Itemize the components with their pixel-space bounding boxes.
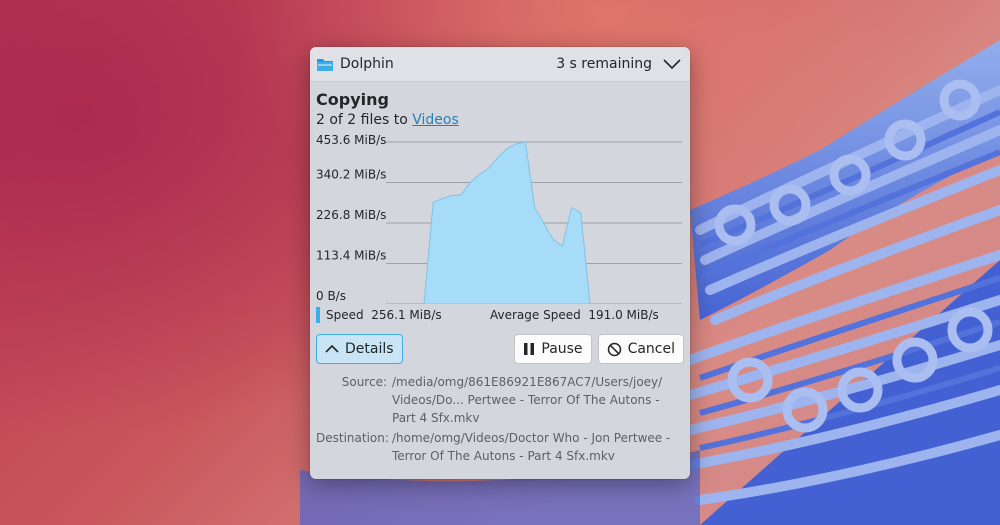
cancel-label: Cancel bbox=[627, 341, 675, 357]
y-tick-label: 226.8 MiB/s bbox=[316, 208, 386, 222]
details-label: Details bbox=[345, 341, 394, 357]
avg-speed-label: Average Speed bbox=[490, 308, 581, 322]
files-summary: 2 of 2 files to Videos bbox=[316, 112, 684, 132]
source-path: /media/omg/861E86921E867AC7/Users/joey/ … bbox=[392, 375, 663, 425]
pause-icon bbox=[524, 343, 535, 355]
chevron-down-icon bbox=[663, 59, 681, 70]
titlebar: Dolphin 3 s remaining bbox=[310, 47, 690, 82]
speed-stats: Speed 256.1 MiB/s Average Speed 191.0 Mi… bbox=[316, 306, 684, 324]
files-count: 2 of 2 files to bbox=[316, 112, 413, 128]
destination-row: Destination: /home/omg/Videos/Doctor Who… bbox=[316, 429, 684, 465]
y-tick-label: 340.2 MiB/s bbox=[316, 168, 386, 182]
speed-label: Speed bbox=[326, 308, 364, 322]
collapse-button[interactable] bbox=[662, 54, 682, 74]
average-speed: Average Speed 191.0 MiB/s bbox=[490, 308, 659, 322]
job-heading: Copying bbox=[316, 90, 389, 109]
chevron-up-icon bbox=[325, 344, 339, 353]
time-remaining: 3 s remaining bbox=[556, 56, 652, 72]
y-tick-label: 113.4 MiB/s bbox=[316, 249, 386, 263]
avg-speed-value: 191.0 MiB/s bbox=[588, 308, 659, 322]
speed-value: 256.1 MiB/s bbox=[371, 308, 442, 322]
details-button[interactable]: Details bbox=[316, 334, 403, 364]
destination-link[interactable]: Videos bbox=[412, 112, 459, 128]
source-row: Source: /media/omg/861E86921E867AC7/User… bbox=[316, 373, 684, 427]
destination-path: /home/omg/Videos/Doctor Who - Jon Pertwe… bbox=[392, 431, 671, 463]
copy-progress-popup: Dolphin 3 s remaining Copying 2 of 2 fil… bbox=[310, 47, 690, 479]
y-tick-label: 453.6 MiB/s bbox=[316, 134, 386, 147]
cancel-button[interactable]: Cancel bbox=[597, 334, 684, 364]
speed-chart-svg: 453.6 MiB/s 340.2 MiB/s 226.8 MiB/s 113.4 M… bbox=[316, 134, 682, 304]
app-name: Dolphin bbox=[340, 56, 394, 72]
speed-legend-swatch bbox=[316, 307, 320, 323]
pause-label: Pause bbox=[541, 341, 583, 357]
destination-label: Destination: bbox=[316, 431, 389, 445]
action-bar: Details Pause Cancel bbox=[316, 332, 684, 366]
details-panel: Source: /media/omg/861E86921E867AC7/User… bbox=[316, 373, 684, 465]
current-speed: Speed 256.1 MiB/s bbox=[326, 308, 490, 322]
transfer-speed-chart: 453.6 MiB/s 340.2 MiB/s 226.8 MiB/s 113.4 M… bbox=[316, 134, 684, 304]
pause-button[interactable]: Pause bbox=[514, 334, 592, 364]
dolphin-folder-icon bbox=[317, 59, 333, 71]
y-tick-label: 0 B/s bbox=[316, 289, 346, 303]
cancel-icon bbox=[607, 342, 621, 356]
source-label: Source: bbox=[341, 375, 387, 389]
